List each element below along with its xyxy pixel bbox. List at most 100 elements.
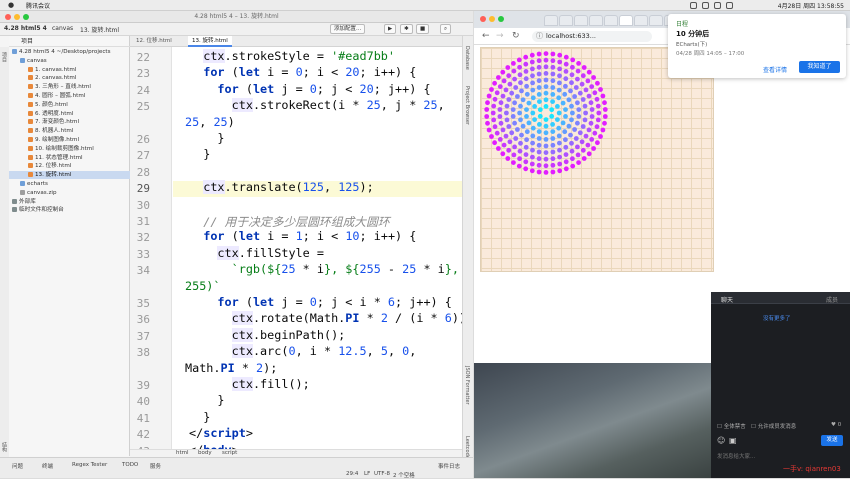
url-bar[interactable]: ⓘ localhost:633... bbox=[532, 31, 652, 42]
nav-crumb-file[interactable]: 13. 旋转.html bbox=[80, 25, 119, 34]
line-number[interactable]: 26 bbox=[130, 133, 150, 146]
code-line[interactable]: ctx.translate(125, 125); bbox=[189, 180, 374, 195]
code-line[interactable]: ctx.fill(); bbox=[189, 377, 310, 391]
browser-tab[interactable] bbox=[559, 15, 573, 26]
browser-tab-favicon[interactable] bbox=[604, 15, 618, 26]
line-number[interactable]: 42 bbox=[130, 428, 150, 441]
browser-tab-favicon[interactable] bbox=[634, 15, 648, 26]
tree-item[interactable]: 10. 绘制裁剪图像.html bbox=[9, 145, 130, 153]
browser-tool-tab[interactable]: Project Browser bbox=[464, 86, 470, 125]
tree-item[interactable]: 5. 颜色.html bbox=[9, 101, 130, 109]
code-line[interactable]: ctx.strokeStyle = '#ead7bb' bbox=[189, 49, 395, 63]
code-line[interactable]: // 用于决定多少层圆环组成大圆环 bbox=[189, 213, 389, 230]
mute-all-checkbox[interactable]: ☐ 全体禁言 bbox=[717, 422, 746, 430]
browser-tab[interactable] bbox=[589, 15, 603, 26]
code-line[interactable]: ctx.rotate(Math.PI * 2 / (i * 6)); bbox=[189, 311, 473, 326]
debug-icon[interactable]: ✱ bbox=[400, 24, 413, 34]
reload-icon[interactable]: ↻ bbox=[512, 31, 520, 41]
line-number[interactable]: 40 bbox=[130, 395, 150, 408]
site-info-icon[interactable]: ⓘ bbox=[536, 31, 543, 42]
tree-item[interactable]: 9. 绘制图像.html bbox=[9, 136, 130, 144]
line-number[interactable]: 41 bbox=[130, 412, 150, 425]
browser-tab-favicon[interactable] bbox=[574, 15, 588, 26]
tree-item[interactable]: canvas bbox=[9, 57, 130, 65]
code-line[interactable]: for (let i = 1; i < 10; i++) { bbox=[189, 229, 416, 243]
back-icon[interactable]: ← bbox=[482, 31, 490, 41]
breadcrumb-html[interactable]: html bbox=[176, 450, 189, 456]
browser-tab[interactable] bbox=[619, 15, 633, 26]
code-line[interactable]: } bbox=[189, 131, 224, 145]
view-details-button[interactable]: 查看详情 bbox=[763, 65, 787, 74]
tree-item[interactable]: 4.28 html5 4 ~/Desktop/projects bbox=[9, 48, 130, 56]
encoding[interactable]: UTF-8 bbox=[374, 471, 390, 477]
chat-input[interactable]: 发消息给大家... bbox=[717, 452, 755, 460]
tree-item[interactable]: 4. 圆形 – 圆弧.html bbox=[9, 92, 130, 100]
code-line[interactable]: 255)` bbox=[185, 279, 221, 293]
line-number[interactable]: 25 bbox=[130, 100, 150, 113]
code-line[interactable]: ctx.arc(0, i * 12.5, 5, 0, bbox=[189, 344, 416, 359]
code-line[interactable]: for (let j = 0; j < 20; j++) { bbox=[189, 82, 430, 96]
tree-item[interactable]: canvas.zip bbox=[9, 189, 130, 197]
event-log-tab[interactable]: 事件日志 bbox=[438, 462, 460, 470]
close-window-icon[interactable] bbox=[480, 16, 486, 22]
tree-item[interactable]: 11. 状态管理.html bbox=[9, 154, 130, 162]
tray-icon[interactable] bbox=[702, 2, 709, 9]
line-number[interactable]: 27 bbox=[130, 149, 150, 162]
problems-tab[interactable]: 问题 bbox=[12, 462, 23, 470]
leetcode-tool-tab[interactable]: Leetcode bbox=[464, 436, 470, 459]
code-line[interactable]: 25, 25) bbox=[185, 115, 235, 129]
image-icon[interactable]: ▣ bbox=[729, 436, 737, 445]
nav-crumb-folder[interactable]: canvas bbox=[52, 25, 73, 32]
battery-icon[interactable] bbox=[726, 2, 733, 9]
tree-item[interactable]: 3. 三角形 – 直线.html bbox=[9, 83, 130, 91]
tree-item[interactable]: 8. 机器人.html bbox=[9, 127, 130, 135]
nav-crumb-project[interactable]: 4.28 html5 4 bbox=[4, 25, 47, 32]
cursor-position[interactable]: 29:4 bbox=[346, 471, 358, 477]
line-number[interactable]: 34 bbox=[130, 264, 150, 277]
line-number[interactable]: 28 bbox=[130, 166, 150, 179]
services-tab[interactable]: 服务 bbox=[150, 462, 161, 470]
line-number[interactable]: 33 bbox=[130, 248, 150, 261]
browser-tab-favicon[interactable] bbox=[544, 15, 558, 26]
code-line[interactable]: Math.PI * 2); bbox=[185, 361, 277, 375]
line-number[interactable]: 24 bbox=[130, 84, 150, 97]
line-number[interactable]: 22 bbox=[130, 51, 150, 64]
line-number[interactable]: 29 bbox=[130, 182, 150, 195]
code-line[interactable]: } bbox=[189, 147, 210, 161]
code-line[interactable]: ctx.strokeRect(i * 25, j * 25, bbox=[189, 98, 445, 113]
line-number[interactable]: 36 bbox=[130, 313, 150, 326]
code-line[interactable]: ctx.fillStyle = bbox=[189, 245, 324, 260]
line-number[interactable]: 37 bbox=[130, 330, 150, 343]
stop-icon[interactable]: ■ bbox=[416, 24, 430, 34]
database-tool-tab[interactable]: Database bbox=[464, 46, 470, 70]
tree-item[interactable]: 12. 位移.html bbox=[9, 162, 130, 170]
line-number[interactable]: 35 bbox=[130, 297, 150, 310]
line-number[interactable]: 39 bbox=[130, 379, 150, 392]
regex-tester-tab[interactable]: Regex Tester bbox=[72, 462, 107, 468]
close-window-icon[interactable] bbox=[5, 14, 11, 20]
search-icon[interactable]: ⌕ bbox=[440, 24, 452, 34]
dismiss-button[interactable]: 我知道了 bbox=[799, 61, 840, 73]
allow-members-checkbox[interactable]: ☐ 允许成员发消息 bbox=[751, 422, 796, 430]
tree-item[interactable]: 7. 渐变颜色.html bbox=[9, 118, 130, 126]
tree-item[interactable]: echarts bbox=[9, 180, 130, 188]
forward-icon[interactable]: → bbox=[496, 31, 504, 41]
project-tool-tab[interactable]: 项目 bbox=[1, 52, 8, 62]
tree-item[interactable]: 临时文件和控制台 bbox=[9, 206, 130, 214]
run-icon[interactable]: ▶ bbox=[384, 24, 397, 34]
code-line[interactable]: for (let i = 0; i < 20; i++) { bbox=[189, 65, 416, 79]
minimize-window-icon[interactable] bbox=[489, 16, 495, 22]
minimize-window-icon[interactable] bbox=[14, 14, 20, 20]
structure-tool-tab[interactable]: 结构 bbox=[1, 442, 8, 452]
line-number[interactable]: 23 bbox=[130, 67, 150, 80]
browser-tab[interactable] bbox=[649, 15, 663, 26]
code-line[interactable]: ctx.beginPath(); bbox=[189, 327, 345, 342]
chat-tab[interactable]: 聊天 bbox=[721, 295, 733, 304]
line-number[interactable]: 32 bbox=[130, 231, 150, 244]
menubar-clock[interactable]: 4月28日 周四 13:58:55 bbox=[778, 1, 844, 10]
line-number[interactable]: 30 bbox=[130, 199, 150, 212]
code-line[interactable]: for (let j = 0; j < i * 6; j++) { bbox=[189, 295, 451, 309]
zoom-window-icon[interactable] bbox=[23, 14, 29, 20]
terminal-tab[interactable]: 终端 bbox=[42, 462, 53, 470]
json-tool-tab[interactable]: JSON Formatter bbox=[464, 366, 470, 405]
